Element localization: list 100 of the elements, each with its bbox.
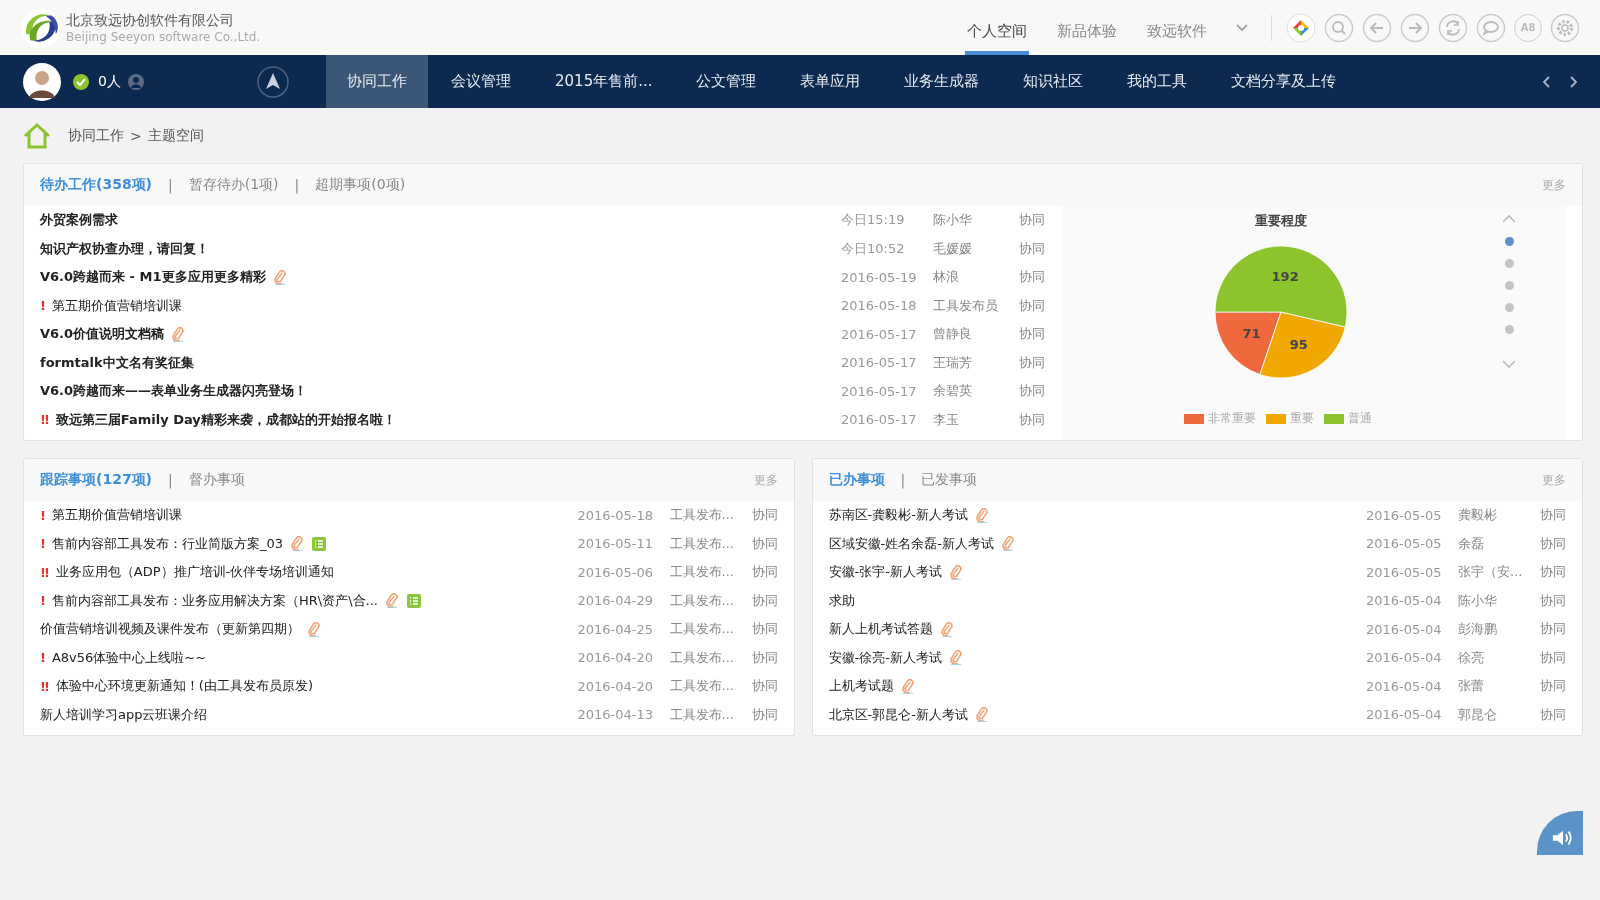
scroll-left-icon[interactable] (1542, 74, 1552, 89)
item-title-link[interactable]: V6.0价值说明文档稿 (40, 325, 165, 344)
type-text: 协同 (1539, 620, 1566, 639)
online-count[interactable]: 0人 (98, 72, 121, 91)
tab-separator: | (168, 472, 173, 488)
sender-text: 龚毅彬 (1457, 506, 1498, 525)
page-dot[interactable] (1504, 259, 1514, 268)
sender-text: 工具发布... (668, 534, 735, 553)
item-title-link[interactable]: 售前内容部工具发布：行业简版方案_03 (51, 534, 283, 553)
settings-icon[interactable] (1550, 12, 1580, 43)
sender-text: 陈小华 (1457, 591, 1498, 610)
page-dot[interactable] (1504, 303, 1514, 312)
refresh-icon[interactable] (1438, 12, 1468, 43)
search-icon[interactable] (1324, 12, 1354, 43)
chevron-up-icon[interactable] (1501, 214, 1517, 224)
panel-tab[interactable]: 已发事项 (921, 471, 978, 489)
main-nav-tab[interactable]: 协同工作 (326, 55, 428, 108)
main-nav-tab[interactable]: 表单应用 (779, 55, 882, 108)
breadcrumb-link[interactable]: 协同工作 (68, 126, 124, 145)
color-wheel-icon[interactable] (1286, 12, 1316, 43)
item-title-link[interactable]: 第五期价值营销培训课 (51, 506, 182, 525)
item-title-link[interactable]: 致远第三届Family Day精彩来袭，成都站的开始报名啦！ (55, 410, 396, 429)
date-text: 2016-05-05 (1366, 536, 1443, 552)
main-nav-tab[interactable]: 公文管理 (675, 55, 778, 108)
item-title-link[interactable]: A8v56体验中心上线啦~~ (51, 648, 207, 667)
date-text: 2016-05-06 (577, 564, 655, 580)
date-text: 2016-04-20 (577, 678, 655, 694)
chevron-down-icon[interactable] (1501, 359, 1517, 369)
item-title-link[interactable]: 新人培训学习app云班课介绍 (40, 705, 208, 724)
page-dot[interactable] (1504, 237, 1514, 246)
item-title-link[interactable]: 外贸案例需求 (40, 211, 118, 230)
space-tab[interactable]: 致远软件 (1145, 0, 1209, 55)
item-title-link[interactable]: V6.0跨越而来——表单业务生成器闪亮登场！ (40, 382, 308, 401)
legend-swatch (1184, 413, 1204, 424)
type-text: 协同 (750, 705, 778, 724)
date-text: 2016-05-19 (841, 269, 918, 285)
date-text: 2016-05-18 (841, 298, 918, 314)
type-text: 协同 (750, 648, 778, 667)
item-title-link[interactable]: 安徽-徐亮-新人考试 (828, 648, 942, 667)
panel-tab[interactable]: 暂存待办(1项) (188, 176, 279, 194)
page-dot[interactable] (1504, 281, 1514, 290)
priority-mark: !! (40, 412, 48, 428)
date-text: 2016-05-11 (577, 536, 655, 552)
scroll-right-icon[interactable] (1568, 74, 1578, 89)
date-text: 2016-05-17 (841, 326, 918, 342)
item-title-link[interactable]: 体验中心环境更新通知！(由工具发布员原发) (55, 677, 313, 696)
sender-text: 工具发布... (668, 563, 735, 582)
item-title-link[interactable]: 求助 (828, 591, 855, 610)
main-nav-tab[interactable]: 业务生成器 (883, 55, 1001, 108)
home-icon[interactable] (22, 121, 52, 150)
sender-text: 工具发布... (668, 648, 735, 667)
type-text: 协同 (1018, 211, 1045, 230)
item-title-link[interactable]: 知识产权协查办理，请回复！ (40, 239, 209, 258)
sender-text: 工具发布... (668, 591, 735, 610)
sender-text: 陈小华 (932, 211, 973, 230)
breadcrumb-separator: > (130, 127, 142, 144)
item-title-link[interactable]: 业务应用包（ADP）推广培训-伙伴专场培训通知 (55, 563, 335, 582)
type-text: 协同 (750, 534, 778, 553)
type-text: 协同 (1018, 382, 1045, 401)
type-text: 协同 (1539, 677, 1566, 696)
sender-text: 李玉 (932, 410, 960, 429)
page-dot[interactable] (1504, 325, 1514, 334)
item-title-link[interactable]: 新人上机考试答题 (828, 620, 933, 639)
space-tab[interactable]: 新品体验 (1055, 0, 1119, 55)
user-icon[interactable] (126, 72, 145, 91)
item-title-link[interactable]: 售前内容部工具发布：业务应用解决方案（HR\资产\合... (51, 591, 378, 610)
item-title-link[interactable]: 苏南区-龚毅彬-新人考试 (828, 506, 968, 525)
item-title-link[interactable]: 价值营销培训视频及课件发布（更新第四期） (40, 620, 300, 639)
date-text: 2016-04-20 (577, 650, 655, 666)
item-title-link[interactable]: formtalk中文名有奖征集 (40, 353, 194, 372)
type-text: 协同 (750, 506, 778, 525)
main-nav-tab[interactable]: 2015年售前... (534, 55, 674, 108)
panel-tab[interactable]: 督办事项 (188, 471, 245, 489)
breadcrumb-link[interactable]: 主题空间 (147, 126, 204, 145)
item-title-link[interactable]: 区域安徽-姓名余磊-新人考试 (828, 534, 994, 553)
sender-text: 张蕾 (1457, 677, 1485, 696)
legend-label: 普通 (1348, 410, 1372, 427)
priority-mark: ! (40, 298, 44, 314)
main-nav-tab[interactable]: 会议管理 (430, 55, 532, 108)
chevron-down-icon[interactable] (1235, 22, 1249, 33)
legend-swatch (1266, 413, 1286, 424)
sender-text: 张宇（安... (1457, 563, 1524, 582)
item-title-link[interactable]: V6.0跨越而来 - M1更多应用更多精彩 (40, 268, 266, 287)
main-nav-tab[interactable]: 我的工具 (1106, 55, 1209, 108)
item-title-link[interactable]: 第五期价值营销培训课 (51, 296, 182, 315)
date-text: 2016-05-04 (1366, 650, 1443, 666)
sender-text: 王瑞芳 (932, 353, 973, 372)
type-text: 协同 (750, 677, 778, 696)
speaker-button[interactable] (1537, 811, 1583, 855)
panel-tab[interactable]: 超期事项(0项) (315, 176, 406, 194)
main-nav-tab[interactable]: 知识社区 (1002, 55, 1105, 108)
item-title-link[interactable]: 上机考试题 (828, 677, 894, 696)
avatar[interactable] (22, 61, 62, 102)
chat-bubble-icon[interactable] (1476, 12, 1506, 43)
main-nav-tab[interactable]: 文档分享及上传 (1210, 55, 1358, 108)
priority-mark: ! (40, 507, 44, 523)
item-title-link[interactable]: 北京区-郭昆仑-新人考试 (828, 705, 968, 724)
sender-text: 余磊 (1457, 534, 1485, 553)
date-text: 今日10:52 (841, 239, 906, 258)
item-title-link[interactable]: 安徽-张宇-新人考试 (828, 563, 942, 582)
